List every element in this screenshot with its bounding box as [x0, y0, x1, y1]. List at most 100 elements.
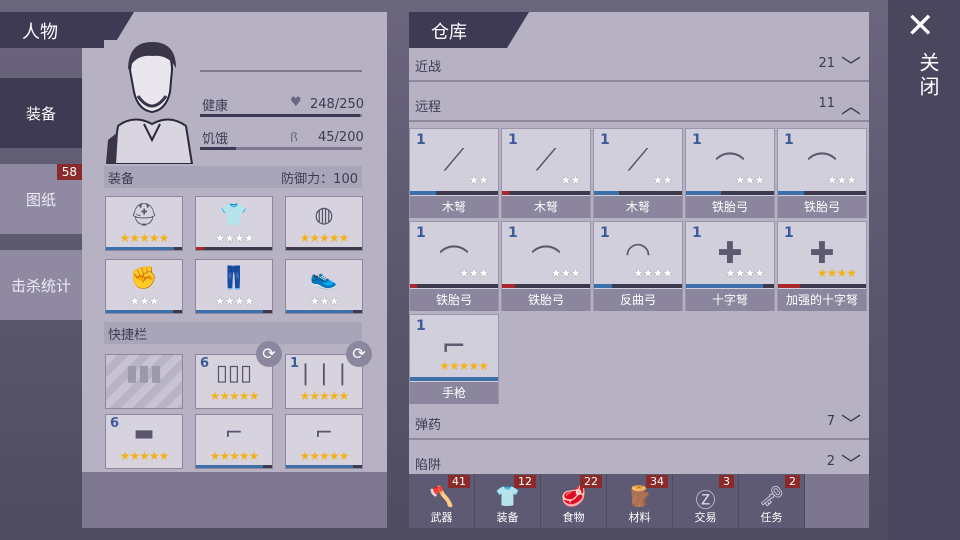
tab-label: 食物 — [562, 511, 585, 524]
item-name: 手枪 — [410, 382, 498, 404]
rifle-icon: ⌐ — [314, 421, 334, 446]
item-stars: ★★★★ — [724, 266, 765, 280]
slot-stars: ★★★★★ — [119, 449, 170, 463]
slot-stars: ★★★★★ — [209, 449, 260, 463]
health-bar — [200, 114, 362, 117]
tab-label: 装备 — [496, 511, 519, 524]
close-button[interactable]: 关闭 — [914, 52, 943, 100]
defense-value: 防御力：100 — [281, 172, 358, 187]
ranged-item[interactable]: 1 ◠ ★★★★ 反曲弓 — [593, 221, 683, 311]
warehouse-header: 仓库 — [409, 12, 529, 48]
item-name: 反曲弓 — [594, 289, 682, 311]
armor-icon: ◍ — [314, 203, 334, 228]
chevron-down-icon: ﹀ — [841, 412, 861, 436]
side-tab-blueprints[interactable]: 图纸 58 — [0, 164, 82, 234]
quickbar-header: 快捷栏 — [104, 322, 362, 344]
slot-stars: ★★★★ — [214, 294, 254, 308]
durability-bar — [410, 284, 498, 288]
tab-badge: 41 — [448, 475, 470, 488]
bottom-tab-3[interactable]: 🪵 34 材料 — [607, 474, 673, 528]
durability-bar — [286, 247, 362, 250]
item-stars: ★★★★ — [632, 266, 673, 280]
item-name: 木弩 — [502, 196, 590, 218]
equip-slot-head[interactable]: ⛑ ★★★★★ — [105, 196, 183, 251]
hunger-bar — [200, 147, 362, 150]
hunger-bar-fill — [200, 147, 237, 150]
swap-icon[interactable]: ⟳ — [256, 341, 282, 367]
brick-icon: ▬ — [133, 421, 155, 446]
side-tab-kill-stats[interactable]: 击杀统计 — [0, 250, 82, 320]
quick-slot-shotgun[interactable]: ⌐ ★★★★★ — [195, 414, 273, 469]
category-count: 7 — [826, 414, 835, 429]
bullets-icon: ❘❘❘ — [296, 361, 352, 386]
tab-label: 材料 — [628, 511, 651, 524]
ranged-item[interactable]: 1 ⟋ ★★ 木弩 — [593, 128, 683, 218]
bottom-tab-2[interactable]: 🥩 22 食物 — [541, 474, 607, 528]
ranged-item[interactable]: 1 ⌐ ★★★★★ 手枪 — [409, 314, 499, 404]
heart-icon: ♥ — [290, 95, 302, 110]
ranged-item[interactable]: 1 ⌒ ★★★ 铁胎弓 — [501, 221, 591, 311]
durability-bar — [196, 310, 272, 313]
item-stars: ★★★ — [458, 266, 489, 280]
category-count: 11 — [818, 96, 835, 111]
item-stars: ★★★★ — [816, 266, 857, 280]
equip-slot-legs[interactable]: 👖 ★★★★ — [195, 259, 273, 314]
ranged-item[interactable]: 1 ⌒ ★★★ 铁胎弓 — [685, 128, 775, 218]
bottom-tab-0[interactable]: 🪓 41 武器 — [409, 474, 475, 528]
close-icon[interactable]: ✕ — [906, 6, 935, 46]
side-tab-equipment[interactable]: 装备 — [0, 78, 82, 148]
item-stars: ★★★ — [826, 173, 857, 187]
bottom-tab-5[interactable]: 🗝 2 任务 — [739, 474, 805, 528]
durability-bar — [594, 284, 682, 288]
ranged-item[interactable]: 1 ⟋ ★★ 木弩 — [501, 128, 591, 218]
chevron-down-icon: ﹀ — [841, 54, 861, 78]
category-melee[interactable]: 近战 21 ﹀ — [409, 48, 869, 82]
quick-slot-empty[interactable]: ▮▮▮ — [105, 354, 183, 409]
item-name: 十字弩 — [686, 289, 774, 311]
equip-slot-hands[interactable]: ✊ ★★★ — [105, 259, 183, 314]
equip-slot-feet[interactable]: 👟 ★★★ — [285, 259, 363, 314]
tab-badge: 12 — [514, 475, 536, 488]
bottom-tab-4[interactable]: Ⓩ 3 交易 — [673, 474, 739, 528]
category-name: 近战 — [415, 60, 442, 75]
bottom-tab-1[interactable]: 👕 12 装备 — [475, 474, 541, 528]
tab-label: 武器 — [430, 511, 453, 524]
tab-label: 交易 — [694, 511, 717, 524]
slot-stars: ★★★ — [129, 294, 159, 308]
ranged-item[interactable]: 1 ✚ ★★★★ 十字弩 — [685, 221, 775, 311]
category-name: 弹药 — [415, 418, 442, 433]
item-stars: ★★★ — [550, 266, 581, 280]
side-tab-label: 击杀统计 — [10, 276, 71, 295]
health-value: 248/250 — [310, 97, 365, 112]
durability-bar — [410, 191, 498, 195]
category-ranged[interactable]: 远程 11 ︿ — [409, 88, 869, 122]
swap-icon[interactable]: ⟳ — [346, 341, 372, 367]
category-name: 陷阱 — [415, 458, 442, 473]
quickbar-title: 快捷栏 — [108, 328, 148, 343]
helmet-icon: ⛑ — [130, 203, 158, 228]
equip-slot-armor[interactable]: ◍ ★★★★★ — [285, 196, 363, 251]
category-ammo[interactable]: 弹药 7 ﹀ — [409, 406, 869, 440]
item-name: 铁胎弓 — [502, 289, 590, 311]
category-traps[interactable]: 陷阱 2 ﹀ — [409, 446, 869, 476]
equipment-section-header: 装备 防御力：100 — [104, 166, 362, 188]
item-name: 加强的十字弩 — [778, 289, 866, 311]
quick-slot-brick[interactable]: 6 ▬ ★★★★★ — [105, 414, 183, 469]
side-tab-label: 图纸 — [25, 190, 56, 209]
durability-bar — [286, 465, 362, 468]
shells-icon: ▯▯▯ — [215, 361, 253, 386]
durability-bar — [410, 377, 498, 381]
ranged-item[interactable]: 1 ⟋ ★★ 木弩 — [409, 128, 499, 218]
equip-slot-body[interactable]: 👕 ★★★★ — [195, 196, 273, 251]
ranged-item[interactable]: 1 ⌒ ★★★ 铁胎弓 — [409, 221, 499, 311]
item-name: 铁胎弓 — [778, 196, 866, 218]
durability-bar — [106, 310, 182, 313]
durability-bar — [196, 247, 272, 250]
durability-bar — [778, 284, 866, 288]
health-bar-fill — [200, 114, 361, 117]
category-count: 2 — [826, 454, 835, 469]
tab-label: 任务 — [760, 511, 783, 524]
ranged-item[interactable]: 1 ⌒ ★★★ 铁胎弓 — [777, 128, 867, 218]
ranged-item[interactable]: 1 ✚ ★★★★ 加强的十字弩 — [777, 221, 867, 311]
quick-slot-rifle[interactable]: ⌐ ★★★★★ — [285, 414, 363, 469]
